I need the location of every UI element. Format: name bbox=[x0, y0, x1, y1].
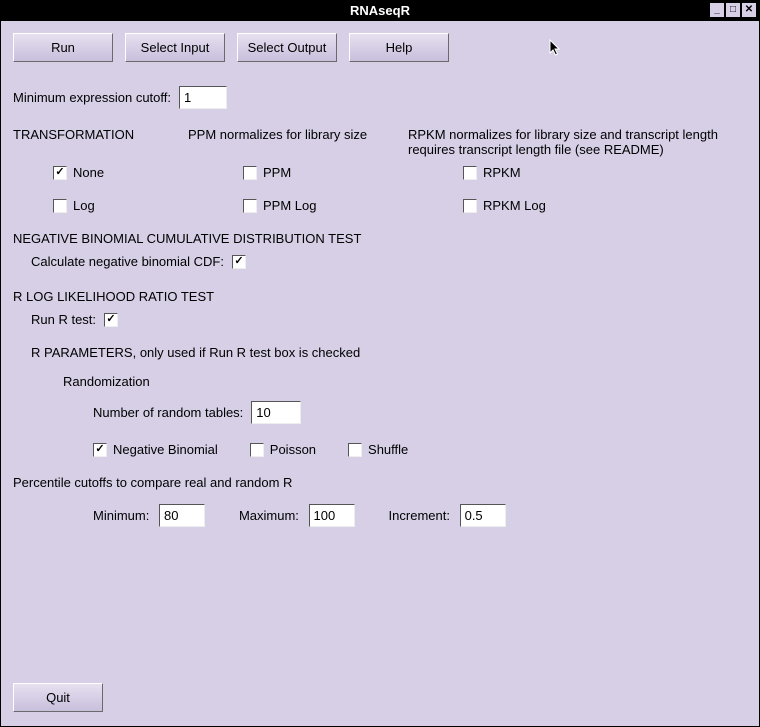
quit-button[interactable]: Quit bbox=[13, 683, 103, 712]
select-output-button[interactable]: Select Output bbox=[237, 33, 337, 62]
transform-ppm[interactable]: PPM bbox=[243, 165, 463, 180]
select-input-button[interactable]: Select Input bbox=[125, 33, 225, 62]
client-area: Run Select Input Select Output Help Mini… bbox=[1, 21, 759, 726]
transformation-heading: TRANSFORMATION bbox=[13, 127, 188, 157]
maximize-icon[interactable]: □ bbox=[725, 2, 741, 18]
percentile-max: Maximum: bbox=[239, 504, 355, 527]
randomization-heading: Randomization bbox=[63, 374, 747, 389]
transform-log[interactable]: Log bbox=[53, 198, 243, 213]
dist-row: Negative Binomial Poisson Shuffle bbox=[93, 442, 747, 457]
title-bar: RNAseqR _ □ ✕ bbox=[1, 1, 759, 21]
window-title: RNAseqR bbox=[350, 3, 410, 18]
ppm-description: PPM normalizes for library size bbox=[188, 127, 408, 157]
nbcdf-label: Calculate negative binomial CDF: bbox=[31, 254, 224, 269]
run-r-row: Run R test: bbox=[31, 312, 747, 327]
rpkm-description: RPKM normalizes for library size and tra… bbox=[408, 127, 748, 157]
dist-poisson[interactable]: Poisson bbox=[250, 442, 316, 457]
nbcdf-heading: NEGATIVE BINOMIAL CUMULATIVE DISTRIBUTIO… bbox=[13, 231, 747, 246]
min-expr-label: Minimum expression cutoff: bbox=[13, 90, 171, 105]
nbcdf-row: Calculate negative binomial CDF: bbox=[31, 254, 747, 269]
min-expr-row: Minimum expression cutoff: bbox=[13, 86, 747, 109]
inc-input[interactable] bbox=[460, 504, 506, 527]
transform-rpkm[interactable]: RPKM bbox=[463, 165, 743, 180]
num-tables-input[interactable] bbox=[251, 401, 301, 424]
dist-shuffle[interactable]: Shuffle bbox=[348, 442, 408, 457]
nbcdf-checkbox[interactable] bbox=[232, 255, 246, 269]
percentile-row: Minimum: Maximum: Increment: bbox=[93, 504, 747, 527]
transform-rpkm-log[interactable]: RPKM Log bbox=[463, 198, 743, 213]
transformation-grid: None PPM RPKM Log PPM Log RPKM Log bbox=[53, 165, 747, 213]
toolbar: Run Select Input Select Output Help bbox=[13, 33, 747, 62]
num-tables-label: Number of random tables: bbox=[93, 405, 243, 420]
run-r-label: Run R test: bbox=[31, 312, 96, 327]
percentile-inc: Increment: bbox=[389, 504, 506, 527]
min-input[interactable] bbox=[159, 504, 205, 527]
transform-none[interactable]: None bbox=[53, 165, 243, 180]
window-controls: _ □ ✕ bbox=[709, 2, 757, 18]
help-button[interactable]: Help bbox=[349, 33, 449, 62]
num-tables-row: Number of random tables: bbox=[93, 401, 747, 424]
run-button[interactable]: Run bbox=[13, 33, 113, 62]
minimize-icon[interactable]: _ bbox=[709, 2, 725, 18]
min-expr-input[interactable] bbox=[179, 86, 227, 109]
dist-negbinom[interactable]: Negative Binomial bbox=[93, 442, 218, 457]
transform-ppm-log[interactable]: PPM Log bbox=[243, 198, 463, 213]
percentile-heading: Percentile cutoffs to compare real and r… bbox=[13, 475, 747, 490]
transformation-header: TRANSFORMATION PPM normalizes for librar… bbox=[13, 127, 747, 157]
rtest-heading: R LOG LIKELIHOOD RATIO TEST bbox=[13, 289, 747, 304]
percentile-min: Minimum: bbox=[93, 504, 205, 527]
r-params-heading: R PARAMETERS, only used if Run R test bo… bbox=[31, 345, 747, 360]
close-icon[interactable]: ✕ bbox=[741, 2, 757, 18]
run-r-checkbox[interactable] bbox=[104, 313, 118, 327]
max-input[interactable] bbox=[309, 504, 355, 527]
